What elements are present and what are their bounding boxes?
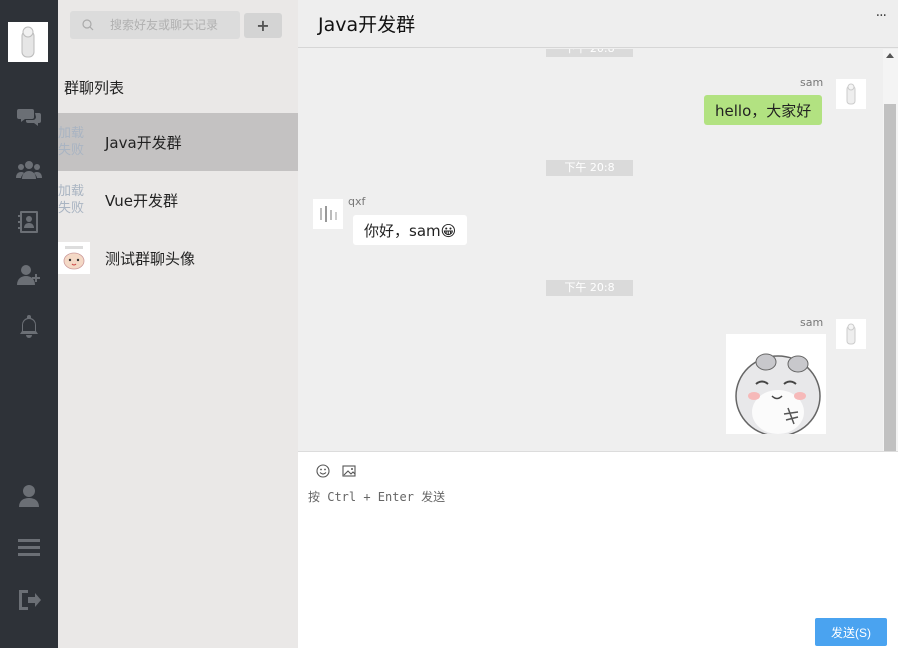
group-item-java[interactable]: 加载失败 Java开发群 [58,113,298,171]
message-composer: 发送(S) [298,451,898,648]
message-input[interactable] [308,488,878,608]
menu-icon[interactable] [15,534,43,562]
logout-icon[interactable] [15,586,43,614]
message-list: 下午 20:8 sam hello，大家好 下午 20:8 qxf 你好，sam… [298,49,883,451]
search-input[interactable] [110,18,240,32]
emoji-icon[interactable] [316,464,330,478]
message-time: 下午 20:8 [546,49,633,57]
hamster-sticker-image[interactable] [726,334,826,434]
user-icon[interactable] [15,482,43,510]
chat-panel: Java开发群 ··· 下午 20:8 sam hello，大家好 下午 20:… [298,0,898,648]
image-icon[interactable] [342,464,356,478]
chat-title: Java开发群 [318,14,416,36]
chat-header: Java开发群 ··· [298,0,898,48]
group-list-panel: + 群聊列表 加载失败 Java开发群 加载失败 Vue开发群 测试群聊头像 [58,0,298,648]
message-sender: sam [800,316,824,329]
message-time: 下午 20:8 [546,160,633,176]
more-options-icon[interactable]: ··· [876,8,887,24]
message-avatar[interactable] [836,79,866,109]
search-icon [82,19,94,31]
scroll-thumb[interactable] [884,104,896,451]
message-sender: sam [800,76,824,89]
group-name: Java开发群 [105,133,182,152]
current-user-avatar[interactable] [8,22,48,62]
message-avatar[interactable] [313,199,343,229]
group-avatar-image [58,242,90,274]
bell-icon[interactable] [15,312,43,340]
scroll-up-arrow-icon[interactable] [886,53,894,58]
chat-icon[interactable] [15,104,43,132]
group-name: Vue开发群 [105,191,178,210]
avatar-image [21,26,35,58]
message-sender: qxf [348,195,366,208]
message-avatar[interactable] [836,319,866,349]
icon-rail [0,0,58,648]
message-bubble: hello，大家好 [704,95,823,125]
group-list-title: 群聊列表 [64,79,125,97]
message-scrollbar[interactable] [883,49,898,451]
send-button[interactable]: 发送(S) [815,618,887,646]
group-avatar-fallback: 加载失败 [58,126,85,158]
message-time: 下午 20:8 [546,280,633,296]
contacts-icon[interactable] [15,208,43,236]
add-user-icon[interactable] [15,261,43,289]
search-box[interactable] [70,11,240,39]
group-name: 测试群聊头像 [105,249,196,268]
group-icon[interactable] [15,156,43,184]
group-item-vue[interactable]: 加载失败 Vue开发群 [58,171,298,229]
message-bubble: 你好，sam😀 [353,215,468,245]
add-button[interactable]: + [244,13,282,38]
group-avatar-fallback: 加载失败 [58,184,85,216]
group-item-test[interactable]: 测试群聊头像 [58,229,298,287]
